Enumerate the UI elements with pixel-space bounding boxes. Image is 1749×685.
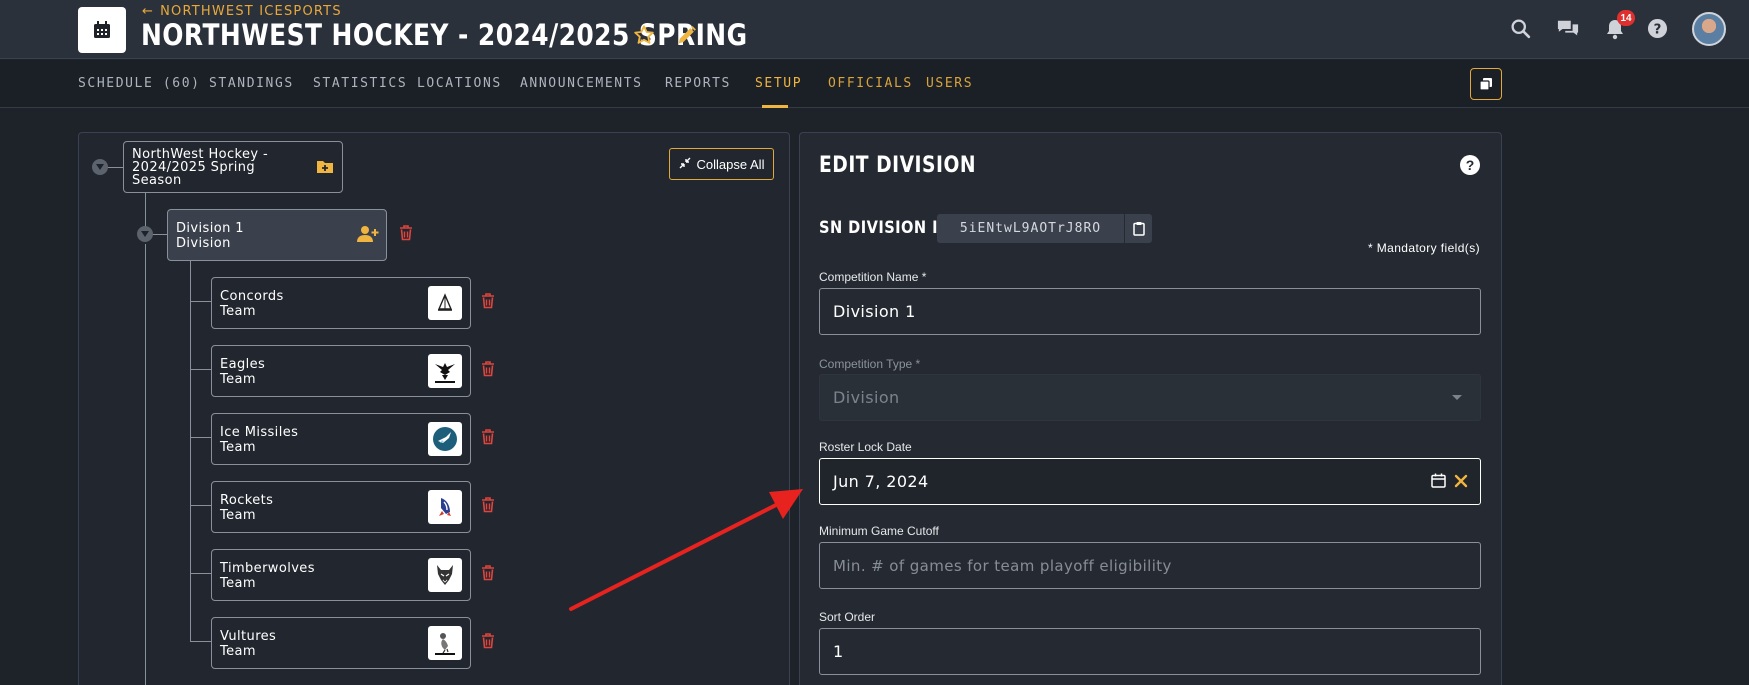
annotation-arrow-icon [569,489,803,611]
